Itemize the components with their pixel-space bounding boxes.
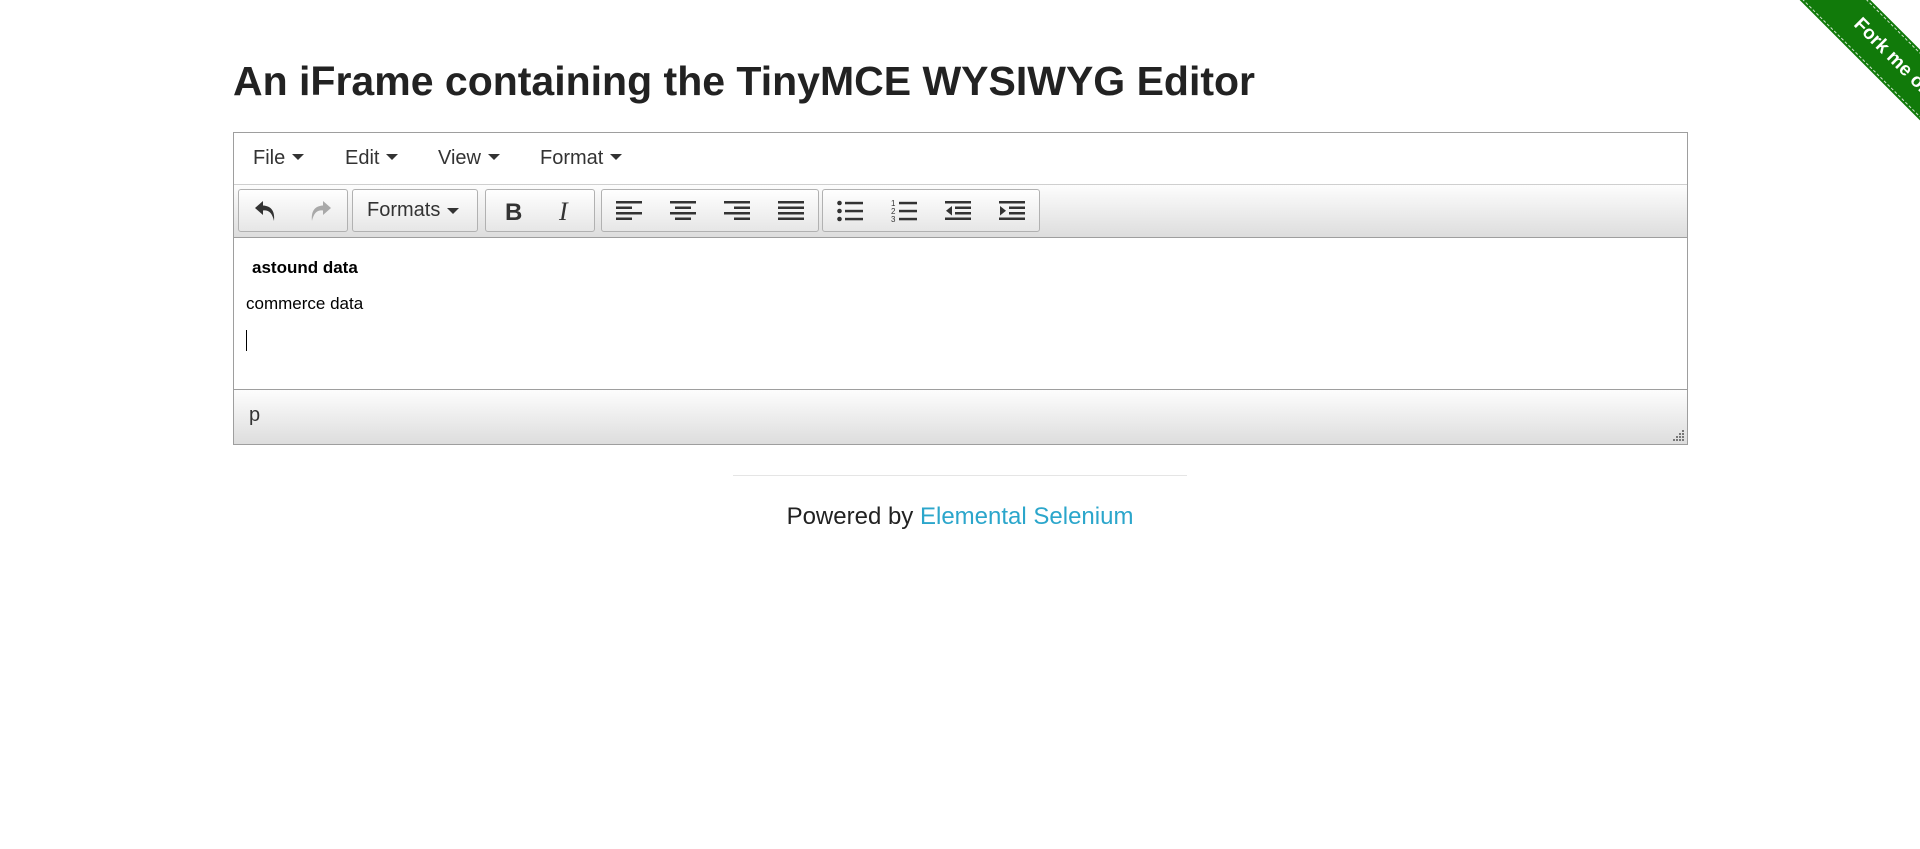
toolbar: Formats B I 1 2 3 [234, 185, 1687, 238]
outdent-icon [945, 200, 971, 220]
align-center-icon [670, 200, 696, 220]
text-cursor [246, 330, 247, 351]
align-justify-button[interactable] [764, 190, 818, 231]
list-button-group: 1 2 3 [822, 189, 1040, 232]
menu-format-label: Format [540, 147, 604, 169]
footer-prefix: Powered by [786, 503, 914, 530]
statusbar: p [234, 390, 1687, 444]
resize-handle-icon[interactable] [1671, 428, 1685, 442]
italic-icon: I [558, 199, 569, 223]
page-title: An iFrame containing the TinyMCE WYSIWYG… [233, 58, 1256, 104]
menu-file-label: File [253, 147, 286, 169]
formats-dropdown[interactable]: Formats [353, 190, 473, 231]
menu-format[interactable]: Format [540, 143, 623, 173]
menu-edit[interactable]: Edit [345, 143, 399, 173]
editor-content-area[interactable]: astound data commerce data [234, 238, 1687, 390]
align-center-button[interactable] [656, 190, 710, 231]
chevron-down-icon [292, 154, 305, 160]
svg-text:I: I [558, 199, 569, 223]
bullet-list-button[interactable] [823, 190, 877, 231]
bullet-list-icon [837, 200, 863, 221]
numbered-list-icon: 1 2 3 [891, 199, 917, 223]
italic-button[interactable]: I [540, 190, 594, 231]
numbered-list-button[interactable]: 1 2 3 [877, 190, 931, 231]
chevron-down-icon [447, 207, 460, 214]
bold-button[interactable]: B [486, 190, 540, 231]
history-button-group [238, 189, 348, 232]
menu-view[interactable]: View [438, 143, 500, 173]
menu-edit-label: Edit [345, 147, 380, 169]
footer-divider [733, 475, 1187, 476]
svg-text:B: B [505, 199, 522, 223]
chevron-down-icon [610, 154, 623, 160]
github-ribbon-container: Fork me on GitHub [1715, 0, 1920, 205]
undo-icon [255, 200, 275, 221]
elemental-selenium-link[interactable]: Elemental Selenium [920, 503, 1133, 530]
tinymce-editor: File Edit View Format Formats B I 1 2 3 … [233, 132, 1688, 445]
svg-text:3: 3 [891, 215, 896, 223]
formats-label: Formats [367, 199, 441, 221]
undo-button[interactable] [239, 190, 293, 231]
content-paragraph[interactable]: commerce data [246, 294, 363, 314]
align-left-button[interactable] [602, 190, 656, 231]
text-style-button-group: B I [485, 189, 595, 232]
indent-button[interactable] [985, 190, 1039, 231]
fork-me-on-github-ribbon[interactable]: Fork me on GitHub [1784, 0, 1920, 205]
indent-icon [999, 200, 1025, 220]
menu-file[interactable]: File [253, 143, 305, 173]
chevron-down-icon [488, 154, 500, 160]
chevron-down-icon [386, 154, 399, 160]
align-justify-icon [778, 200, 804, 220]
footer: Powered by Elemental Selenium [0, 503, 1920, 531]
content-paragraph[interactable]: astound data [252, 258, 358, 278]
outdent-button[interactable] [931, 190, 985, 231]
align-right-icon [724, 200, 750, 220]
element-path[interactable]: p [249, 404, 260, 427]
bold-icon: B [505, 199, 522, 223]
formats-button-group: Formats [352, 189, 478, 232]
menu-view-label: View [438, 147, 481, 169]
align-left-icon [616, 200, 642, 220]
alignment-button-group [601, 189, 819, 232]
menubar: File Edit View Format [234, 133, 1687, 185]
redo-button[interactable] [293, 190, 347, 231]
align-right-button[interactable] [710, 190, 764, 231]
redo-icon [311, 200, 331, 221]
